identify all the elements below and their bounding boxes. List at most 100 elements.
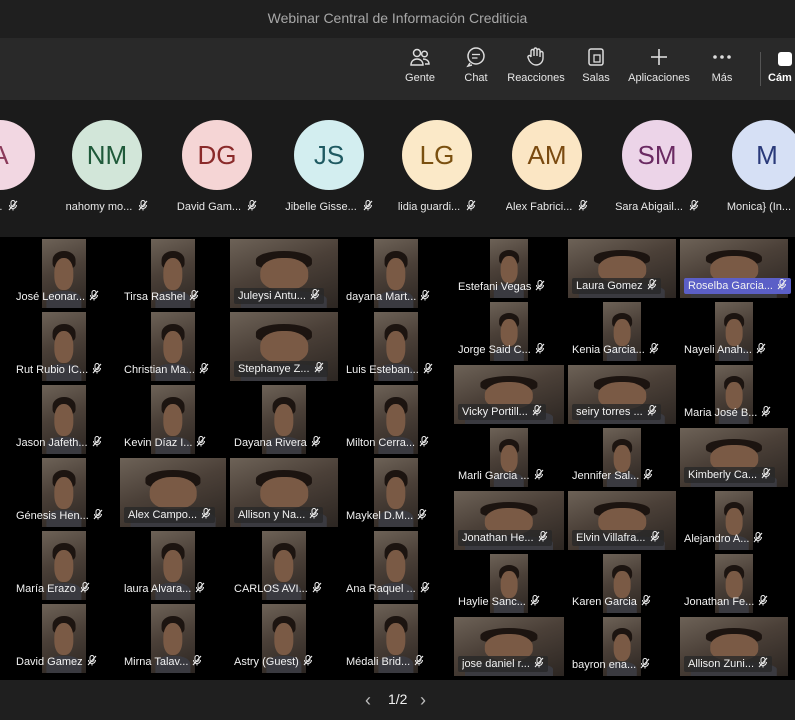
camera-button[interactable]: Cám — [768, 46, 795, 84]
avatar: JS — [294, 120, 364, 190]
video-tile[interactable]: José Leonar... — [10, 237, 118, 310]
participant-name: CARLOS AVI... — [234, 583, 308, 595]
video-tile[interactable]: Juleysi Antu... — [228, 237, 340, 310]
video-tile[interactable]: Astry (Guest) — [228, 602, 340, 675]
chat-button[interactable]: Chat — [444, 46, 508, 84]
video-tile[interactable]: Allison y Na... — [228, 456, 340, 529]
muted-mic-icon — [761, 468, 771, 482]
video-tile[interactable]: Christian Ma... — [118, 310, 228, 383]
muted-mic-icon — [758, 657, 768, 671]
attendee-card[interactable]: Aes... — [0, 120, 55, 213]
video-tile[interactable]: Jonathan Fe... — [678, 552, 790, 615]
video-tile[interactable]: Génesis Hen... — [10, 456, 118, 529]
participant-name: Kimberly Ca... — [688, 469, 758, 481]
muted-mic-icon — [195, 582, 205, 596]
muted-mic-icon — [538, 531, 548, 545]
video-tile[interactable]: Mirna Talav... — [118, 602, 228, 675]
rooms-icon — [588, 48, 604, 66]
attendee-card[interactable]: AM Alex Fabrici... — [492, 120, 602, 213]
video-tile[interactable]: Médali Brid... — [340, 602, 452, 675]
video-tile[interactable]: Elvin Villafra... — [566, 489, 678, 552]
video-tile[interactable]: Maykel D.M... — [340, 456, 452, 529]
video-tile[interactable]: Jennifer Sal... — [566, 426, 678, 489]
attendee-name: Alex Fabrici... — [505, 201, 573, 213]
participant-name: Allison y Na... — [238, 509, 306, 521]
more-button[interactable]: Más — [690, 46, 754, 84]
video-tile[interactable]: seiry torres ... — [566, 363, 678, 426]
add-icon — [651, 49, 667, 65]
video-tile[interactable]: Vicky Portill... — [452, 363, 566, 426]
apps-button[interactable]: Aplicaciones — [627, 46, 691, 84]
muted-mic-icon — [647, 405, 657, 419]
video-tile[interactable]: Marli Garcia ... — [452, 426, 566, 489]
window-title: Webinar Central de Información Creditici… — [267, 10, 528, 26]
muted-mic-icon — [419, 436, 429, 450]
video-tile[interactable]: Stephanye Z... — [228, 310, 340, 383]
title-bar: Webinar Central de Información Creditici… — [0, 0, 795, 38]
video-tile[interactable]: bayron ena... — [566, 615, 678, 678]
video-tile[interactable]: Milton Cerra... — [340, 383, 452, 456]
attendee-name: Jibelle Gisse... — [285, 201, 357, 213]
video-tile[interactable]: Laura Gomez — [566, 237, 678, 300]
participant-name-label: seiry torres ... — [572, 404, 661, 420]
participant-name-label: Rut Rubio IC... — [16, 363, 102, 377]
participant-name-label: Médali Brid... — [346, 655, 424, 669]
video-tile[interactable]: Nayeli Anah... — [678, 300, 790, 363]
attendee-card[interactable]: DG David Gam... — [162, 120, 272, 213]
video-tile[interactable]: Luis Esteban... — [340, 310, 452, 383]
video-tile[interactable]: Kevin Díaz I... — [118, 383, 228, 456]
reactions-button[interactable]: Reacciones — [504, 46, 568, 84]
attendee-name: es... — [0, 201, 2, 213]
participant-name-label: CARLOS AVI... — [234, 582, 322, 596]
video-tile[interactable]: Dayana Rivera — [228, 383, 340, 456]
video-tile[interactable]: CARLOS AVI... — [228, 529, 340, 602]
video-tile[interactable]: jose daniel r... — [452, 615, 566, 678]
rooms-button[interactable]: Salas — [564, 46, 628, 84]
previous-page-icon[interactable]: ‹ — [365, 690, 371, 711]
video-tile[interactable]: Tirsa Rashel — [118, 237, 228, 310]
video-tile[interactable]: Roselba Garcia... — [678, 237, 791, 300]
video-tile[interactable]: Maria José B... — [678, 363, 790, 426]
camera-label: Cám — [768, 72, 792, 84]
attendee-card[interactable]: JS Jibelle Gisse... — [274, 120, 384, 213]
attendee-card[interactable]: LG lidia guardi... — [382, 120, 492, 213]
video-tile[interactable]: Haylie Sanc... — [452, 552, 566, 615]
video-tile[interactable]: Rut Rubio IC... — [10, 310, 118, 383]
attendee-name: nahomy mo... — [65, 201, 133, 213]
muted-mic-icon — [650, 531, 660, 545]
participant-name: Laura Gomez — [576, 280, 643, 292]
people-label: Gente — [405, 72, 435, 84]
attendee-card[interactable]: M Monica} (In... — [712, 120, 795, 213]
attendee-card[interactable]: SM Sara Abigail... — [602, 120, 712, 213]
people-button[interactable]: Gente — [388, 46, 452, 84]
participant-name: Médali Brid... — [346, 656, 411, 668]
video-tile[interactable]: Jason Jafeth... — [10, 383, 118, 456]
participant-name-label: Haylie Sanc... — [458, 595, 540, 609]
muted-mic-icon — [578, 200, 588, 214]
participant-name: jose daniel r... — [462, 658, 530, 670]
video-tile[interactable]: Kimberly Ca... — [678, 426, 790, 489]
participant-name-label: Estefani Vegas — [458, 280, 545, 294]
next-page-icon[interactable]: › — [420, 690, 426, 711]
participant-name-label: Jorge Said C... — [458, 343, 545, 357]
video-tile[interactable]: Alejandro A... — [678, 489, 790, 552]
muted-mic-icon — [303, 655, 313, 669]
muted-mic-icon — [312, 582, 322, 596]
video-tile[interactable]: Estefani Vegas — [452, 237, 566, 300]
video-tile[interactable]: María Erazo — [10, 529, 118, 602]
video-tile[interactable]: Allison Zuni... — [678, 615, 790, 678]
video-tile[interactable]: dayana Mart... — [340, 237, 452, 310]
video-tile[interactable]: Karen Garcia — [566, 552, 678, 615]
video-tile[interactable]: laura Alvara... — [118, 529, 228, 602]
video-tile[interactable]: Jonathan He... — [452, 489, 566, 552]
muted-mic-icon — [192, 655, 202, 669]
participant-name-label: Kenia Garcia... — [572, 343, 659, 357]
video-tile[interactable]: Ana Raquel ... — [340, 529, 452, 602]
video-tile[interactable]: Kenia Garcia... — [566, 300, 678, 363]
muted-mic-icon — [417, 509, 427, 523]
participant-name-label: Kevin Díaz I... — [124, 436, 206, 450]
video-tile[interactable]: David Gamez — [10, 602, 118, 675]
attendee-card[interactable]: NM nahomy mo... — [52, 120, 162, 213]
video-tile[interactable]: Jorge Said C... — [452, 300, 566, 363]
video-tile[interactable]: Alex Campo... — [118, 456, 228, 529]
